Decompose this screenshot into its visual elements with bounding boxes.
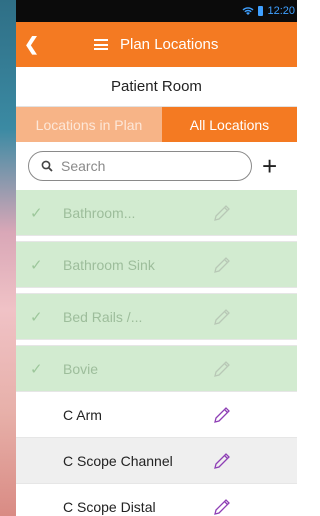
- list-item-label: C Scope Distal: [63, 498, 156, 515]
- pencil-icon[interactable]: [212, 359, 232, 379]
- list-item[interactable]: ✓ Bovie: [16, 346, 297, 392]
- list-item-label: Bathroom...: [63, 204, 136, 221]
- pencil-icon[interactable]: [212, 497, 232, 516]
- list-item-label: C Scope Channel: [63, 452, 173, 469]
- pencil-icon[interactable]: [212, 307, 232, 327]
- check-icon: ✓: [30, 308, 43, 326]
- nav-bar: ❮ Plan Locations: [16, 22, 297, 67]
- add-location-button[interactable]: +: [262, 153, 277, 179]
- check-icon: ✓: [30, 256, 43, 274]
- check-icon: ✓: [30, 204, 43, 222]
- pencil-icon[interactable]: [212, 405, 232, 425]
- status-time: 12:20: [267, 5, 295, 17]
- list-item[interactable]: ✓ Bathroom Sink: [16, 242, 297, 288]
- nav-title-group: Plan Locations: [94, 36, 218, 53]
- background-wallpaper: [0, 0, 16, 516]
- list-item-label: Bovie: [63, 360, 99, 377]
- pencil-icon[interactable]: [212, 255, 232, 275]
- search-input[interactable]: [61, 158, 231, 174]
- list-item[interactable]: C Arm: [16, 392, 297, 438]
- list-item[interactable]: C Scope Channel: [16, 438, 297, 484]
- tab-all-locations[interactable]: All Locations: [162, 107, 297, 142]
- app-panel: 12:20 ❮ Plan Locations Patient Room Loca…: [16, 0, 297, 516]
- status-bar: 12:20: [16, 0, 297, 22]
- search-row: +: [16, 142, 297, 190]
- search-box[interactable]: [28, 151, 252, 181]
- list-item[interactable]: ✓ Bed Rails /...: [16, 294, 297, 340]
- search-icon: [41, 160, 53, 172]
- back-chevron-icon[interactable]: ❮: [24, 34, 39, 55]
- location-list: ✓ Bathroom... ✓ Bathroom Sink ✓ Bed Rail…: [16, 190, 297, 516]
- list-item-label: Bathroom Sink: [63, 256, 155, 273]
- page-title: Plan Locations: [120, 36, 219, 53]
- wifi-icon: [242, 7, 254, 15]
- tab-bar: Locations in Plan All Locations: [16, 107, 297, 142]
- battery-icon: [258, 6, 264, 16]
- pencil-icon[interactable]: [212, 451, 232, 471]
- pencil-icon[interactable]: [212, 203, 232, 223]
- list-item[interactable]: C Scope Distal: [16, 484, 297, 516]
- check-icon: ✓: [30, 360, 43, 378]
- list-item-label: Bed Rails /...: [63, 308, 143, 325]
- plan-subtitle: Patient Room: [16, 67, 297, 107]
- tab-locations-in-plan[interactable]: Locations in Plan: [16, 107, 162, 142]
- hamburger-icon[interactable]: [94, 39, 108, 50]
- list-item[interactable]: ✓ Bathroom...: [16, 190, 297, 236]
- list-item-label: C Arm: [63, 406, 102, 423]
